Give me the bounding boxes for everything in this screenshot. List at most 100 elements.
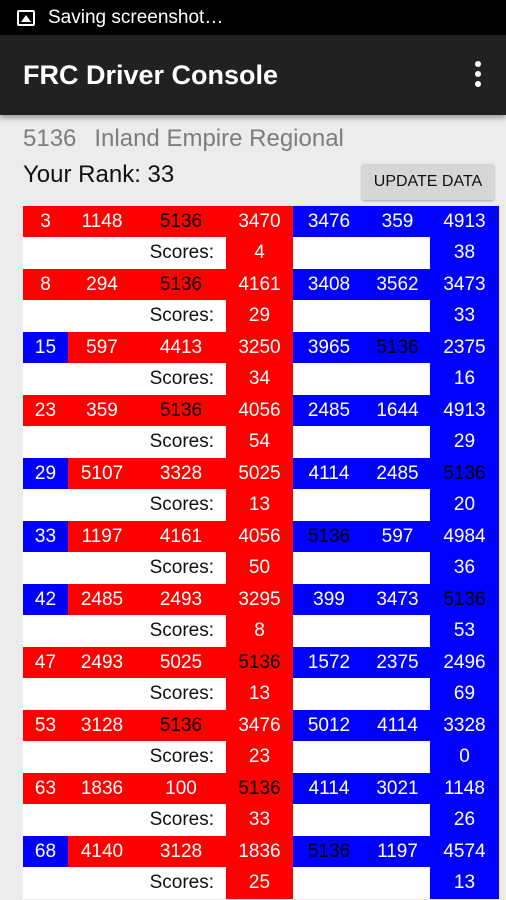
blue-team: 2375	[365, 647, 430, 678]
blue-score: 16	[430, 363, 499, 395]
match-scores-row: Scores: 50 36	[23, 552, 499, 584]
match-scores-row: Scores: 4 38	[23, 237, 499, 269]
blue-score: 38	[430, 237, 499, 269]
red-team: 5107	[68, 458, 136, 489]
scores-label: Scores:	[23, 867, 226, 899]
match-scores-row: Scores: 33 26	[23, 804, 499, 836]
match-teams-row: 15 597 4413 3250 3965 5136 2375	[23, 332, 499, 363]
blue-team: 5012	[293, 710, 365, 741]
blue-team: 3476	[293, 206, 365, 237]
red-team: 359	[68, 395, 136, 426]
app-bar: FRC Driver Console	[0, 35, 506, 115]
match-scores-row: Scores: 23 0	[23, 741, 499, 773]
match-number: 23	[23, 395, 68, 426]
blue-team: 2485	[365, 458, 430, 489]
red-score: 13	[226, 678, 293, 710]
match-scores-row: Scores: 13 69	[23, 678, 499, 710]
red-team: 3128	[68, 710, 136, 741]
red-team: 5136	[136, 710, 226, 741]
match-number: 63	[23, 773, 68, 804]
match-row[interactable]: 63 1836 100 5136 4114 3021 1148 Scores: 33 26	[23, 773, 499, 836]
match-row[interactable]: 47 2493 5025 5136 1572 2375 2496 Scores: 13 69	[23, 647, 499, 710]
blue-team: 4114	[293, 773, 365, 804]
match-scores-row: Scores: 54 29	[23, 426, 499, 458]
red-team: 3128	[136, 836, 226, 867]
blue-score: 36	[430, 552, 499, 584]
blank-cell	[293, 300, 430, 332]
red-team: 1148	[68, 206, 136, 237]
match-row[interactable]: 15 597 4413 3250 3965 5136 2375 Scores: 34 16	[23, 332, 499, 395]
scores-label: Scores:	[23, 237, 226, 269]
match-scores-row: Scores: 13 20	[23, 489, 499, 521]
blank-cell	[293, 426, 430, 458]
blue-team: 5136	[430, 458, 499, 489]
match-teams-row: 3 1148 5136 3470 3476 359 4913	[23, 206, 499, 237]
red-team: 2493	[136, 584, 226, 615]
match-number: 29	[23, 458, 68, 489]
blue-team: 4984	[430, 521, 499, 552]
scores-label: Scores:	[23, 552, 226, 584]
blue-team: 1197	[365, 836, 430, 867]
red-team: 4413	[136, 332, 226, 363]
match-row[interactable]: 29 5107 3328 5025 4114 2485 5136 Scores: 13 20	[23, 458, 499, 521]
match-row[interactable]: 23 359 5136 4056 2485 1644 4913 Scores: 54 29	[23, 395, 499, 458]
match-row[interactable]: 68 4140 3128 1836 5136 1197 4574 Scores: 25 13	[23, 836, 499, 899]
match-list[interactable]: 3 1148 5136 3470 3476 359 4913 Scores: 4 38 8 294 51…	[23, 206, 499, 899]
match-number: 15	[23, 332, 68, 363]
scores-label: Scores:	[23, 363, 226, 395]
match-row[interactable]: 8 294 5136 4161 3408 3562 3473 Scores: 29 33	[23, 269, 499, 332]
rank-text: Your Rank: 33	[23, 161, 175, 188]
match-scores-row: Scores: 25 13	[23, 867, 499, 899]
scores-label: Scores:	[23, 489, 226, 521]
red-score: 4	[226, 237, 293, 269]
update-data-button[interactable]: UPDATE DATA	[362, 164, 494, 200]
red-team: 4161	[136, 521, 226, 552]
blue-score: 20	[430, 489, 499, 521]
status-bar: Saving screenshot…	[0, 0, 506, 35]
blue-team: 3021	[365, 773, 430, 804]
red-score: 25	[226, 867, 293, 899]
red-team: 5136	[136, 206, 226, 237]
blue-team: 4913	[430, 395, 499, 426]
blue-score: 13	[430, 867, 499, 899]
red-team: 5136	[226, 647, 293, 678]
match-row[interactable]: 42 2485 2493 3295 399 3473 5136 Scores: 8 53	[23, 584, 499, 647]
match-row[interactable]: 3 1148 5136 3470 3476 359 4913 Scores: 4 38	[23, 206, 499, 269]
match-row[interactable]: 33 1197 4161 4056 5136 597 4984 Scores: 50 36	[23, 521, 499, 584]
red-team: 4056	[226, 521, 293, 552]
scores-label: Scores:	[23, 426, 226, 458]
red-team: 3295	[226, 584, 293, 615]
blank-cell	[293, 867, 430, 899]
match-row[interactable]: 53 3128 5136 3476 5012 4114 3328 Scores: 23 0	[23, 710, 499, 773]
red-score: 29	[226, 300, 293, 332]
blue-score: 26	[430, 804, 499, 836]
match-teams-row: 33 1197 4161 4056 5136 597 4984	[23, 521, 499, 552]
match-number: 68	[23, 836, 68, 867]
blank-cell	[293, 237, 430, 269]
blue-team: 359	[365, 206, 430, 237]
more-vert-icon[interactable]	[474, 61, 482, 89]
match-number: 8	[23, 269, 68, 300]
red-team: 3470	[226, 206, 293, 237]
match-teams-row: 23 359 5136 4056 2485 1644 4913	[23, 395, 499, 426]
red-team: 294	[68, 269, 136, 300]
blank-cell	[293, 804, 430, 836]
scores-label: Scores:	[23, 300, 226, 332]
app-title: FRC Driver Console	[23, 59, 279, 90]
red-score: 34	[226, 363, 293, 395]
red-score: 54	[226, 426, 293, 458]
blue-team: 3562	[365, 269, 430, 300]
red-team: 5136	[136, 395, 226, 426]
blank-cell	[293, 363, 430, 395]
blue-team: 5136	[293, 521, 365, 552]
match-scores-row: Scores: 8 53	[23, 615, 499, 647]
blank-cell	[293, 615, 430, 647]
red-score: 33	[226, 804, 293, 836]
red-team: 1836	[226, 836, 293, 867]
red-score: 8	[226, 615, 293, 647]
blank-cell	[293, 741, 430, 773]
blank-cell	[293, 678, 430, 710]
match-scores-row: Scores: 29 33	[23, 300, 499, 332]
red-team: 100	[136, 773, 226, 804]
match-teams-row: 29 5107 3328 5025 4114 2485 5136	[23, 458, 499, 489]
